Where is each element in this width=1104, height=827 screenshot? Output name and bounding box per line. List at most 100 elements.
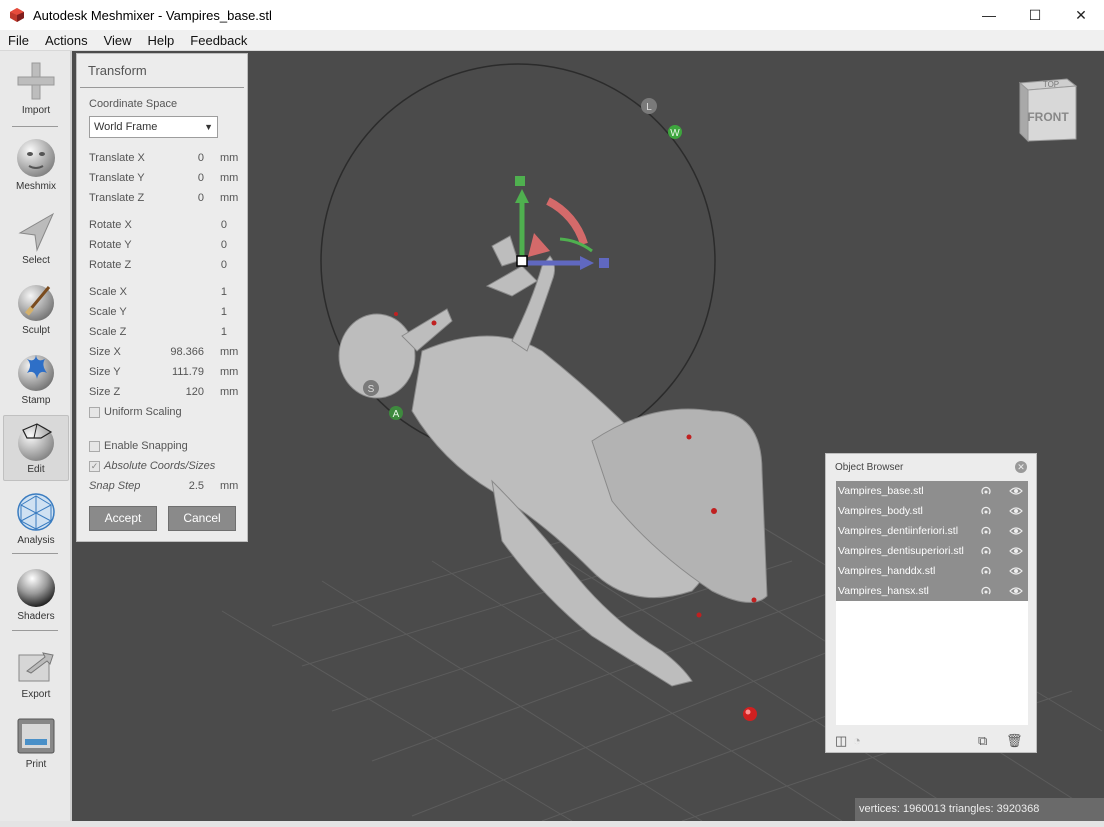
lock-icon[interactable]: [980, 485, 992, 497]
size-y-value[interactable]: 111.79: [144, 366, 204, 378]
close-icon[interactable]: ✕: [1015, 461, 1027, 473]
size-x-value[interactable]: 98.366: [144, 346, 204, 358]
uniform-scaling-checkbox[interactable]: [89, 407, 100, 418]
eye-icon[interactable]: [1009, 526, 1023, 536]
export-icon: [18, 652, 54, 682]
viewcube-front-label: FRONT: [1027, 110, 1069, 124]
tool-sculpt[interactable]: Sculpt: [3, 277, 69, 343]
lock-icon[interactable]: [980, 545, 992, 557]
bottom-strip: [0, 821, 1104, 827]
tool-print[interactable]: Print: [3, 711, 69, 777]
eye-icon[interactable]: [1009, 486, 1023, 496]
translate-z-value[interactable]: 0: [144, 192, 204, 204]
scale-y-value[interactable]: 1: [167, 306, 227, 318]
object-browser-panel: Object Browser ✕ Vampires_base.stl Vampir…: [825, 453, 1037, 753]
eye-icon[interactable]: [1009, 566, 1023, 576]
scale-x-value[interactable]: 1: [167, 286, 227, 298]
printer-icon: [17, 718, 55, 754]
object-row[interactable]: Vampires_hansx.stl: [836, 581, 1028, 601]
window-title: Autodesk Meshmixer - Vampires_base.stl: [33, 7, 272, 23]
face-sphere-icon: [17, 139, 55, 177]
rotate-y-value[interactable]: 0: [167, 239, 227, 251]
object-row[interactable]: Vampires_body.stl: [836, 501, 1028, 521]
object-name: Vampires_hansx.stl: [838, 585, 929, 597]
size-z-value[interactable]: 120: [144, 386, 204, 398]
menu-actions[interactable]: Actions: [37, 33, 96, 48]
rotate-z-label: Rotate Z: [89, 259, 132, 271]
title-bar: Autodesk Meshmixer - Vampires_base.stl —…: [0, 0, 1104, 30]
snap-step-value[interactable]: 2.5: [144, 480, 204, 492]
tool-export[interactable]: Export: [3, 641, 69, 707]
gizmo-label-w: W: [670, 128, 680, 139]
menu-feedback[interactable]: Feedback: [182, 33, 255, 48]
enable-snapping-checkbox[interactable]: [89, 441, 100, 452]
plus-icon: [17, 62, 55, 100]
object-row[interactable]: Vampires_dentisuperiori.stl: [836, 541, 1028, 561]
translate-x-value[interactable]: 0: [144, 152, 204, 164]
select-arrow-icon: [18, 212, 55, 252]
translate-y-value[interactable]: 0: [144, 172, 204, 184]
scale-z-label: Scale Z: [89, 326, 127, 338]
tool-analysis[interactable]: Analysis: [3, 487, 69, 553]
pie-icon[interactable]: ◔: [853, 733, 861, 748]
trash-icon[interactable]: 🗑: [1006, 733, 1023, 749]
object-row[interactable]: Vampires_dentiinferiori.stl: [836, 521, 1028, 541]
tool-shaders[interactable]: Shaders: [3, 563, 69, 629]
tool-select[interactable]: Select: [3, 207, 69, 273]
coordinate-space-select[interactable]: World Frame ▼: [89, 116, 218, 138]
brush-sphere-icon: [18, 285, 54, 321]
meshmixer-app-icon: [10, 8, 24, 22]
uniform-scaling-label: Uniform Scaling: [104, 406, 182, 418]
rotate-z-value[interactable]: 0: [167, 259, 227, 271]
object-row[interactable]: Vampires_handdx.stl: [836, 561, 1028, 581]
lock-icon[interactable]: [980, 585, 992, 597]
coordinate-space-label: Coordinate Space: [89, 98, 178, 110]
size-y-unit: mm: [220, 366, 239, 378]
menu-view[interactable]: View: [96, 33, 140, 48]
menu-bar: File Actions View Help Feedback: [0, 30, 1104, 51]
rotate-y-label: Rotate Y: [89, 239, 132, 251]
cancel-button[interactable]: Cancel: [168, 506, 236, 531]
minimize-button[interactable]: —: [966, 0, 1012, 30]
tool-stamp[interactable]: Stamp: [3, 347, 69, 413]
size-z-unit: mm: [220, 386, 239, 398]
snap-step-unit: mm: [220, 480, 239, 492]
rotate-x-value[interactable]: 0: [167, 219, 227, 231]
eye-icon[interactable]: [1009, 546, 1023, 556]
accept-button[interactable]: Accept: [89, 506, 157, 531]
cube-icon[interactable]: ◫: [835, 733, 847, 749]
eye-icon[interactable]: [1009, 586, 1023, 596]
scale-z-value[interactable]: 1: [167, 326, 227, 338]
maximize-button[interactable]: ☐: [1012, 0, 1058, 30]
object-row[interactable]: Vampires_base.stl: [836, 481, 1028, 501]
tool-edit[interactable]: Edit: [3, 415, 69, 481]
scale-x-label: Scale X: [89, 286, 127, 298]
menu-help[interactable]: Help: [140, 33, 183, 48]
eye-icon[interactable]: [1009, 506, 1023, 516]
transform-panel: Transform Coordinate Space World Frame ▼…: [76, 53, 248, 542]
menu-file[interactable]: File: [0, 33, 37, 48]
transform-title: Transform: [80, 54, 244, 88]
lock-icon[interactable]: [980, 525, 992, 537]
lock-icon[interactable]: [980, 505, 992, 517]
translate-z-label: Translate Z: [89, 192, 145, 204]
close-window-button[interactable]: ✕: [1058, 0, 1104, 30]
size-y-label: Size Y: [89, 366, 121, 378]
object-list: Vampires_base.stl Vampires_body.stl Vampir…: [836, 481, 1028, 725]
object-name: Vampires_dentisuperiori.stl: [838, 545, 964, 557]
dropdown-arrow-icon: ▼: [204, 122, 213, 132]
gizmo-label-s: S: [368, 384, 375, 395]
duplicate-icon[interactable]: ⧉: [978, 733, 987, 749]
tool-import[interactable]: Import: [3, 57, 69, 123]
gizmo-label-a: A: [393, 409, 400, 420]
size-x-label: Size X: [89, 346, 121, 358]
analysis-sphere-icon: [17, 493, 55, 531]
object-browser-title: Object Browser: [835, 461, 904, 473]
absolute-coords-checkbox[interactable]: ✓: [89, 461, 100, 472]
absolute-coords-label: Absolute Coords/Sizes: [104, 460, 216, 472]
view-cube[interactable]: TOP FRONT: [1018, 78, 1078, 143]
translate-y-unit: mm: [220, 172, 239, 184]
translate-x-label: Translate X: [89, 152, 145, 164]
lock-icon[interactable]: [980, 565, 992, 577]
tool-meshmix[interactable]: Meshmix: [3, 133, 69, 199]
